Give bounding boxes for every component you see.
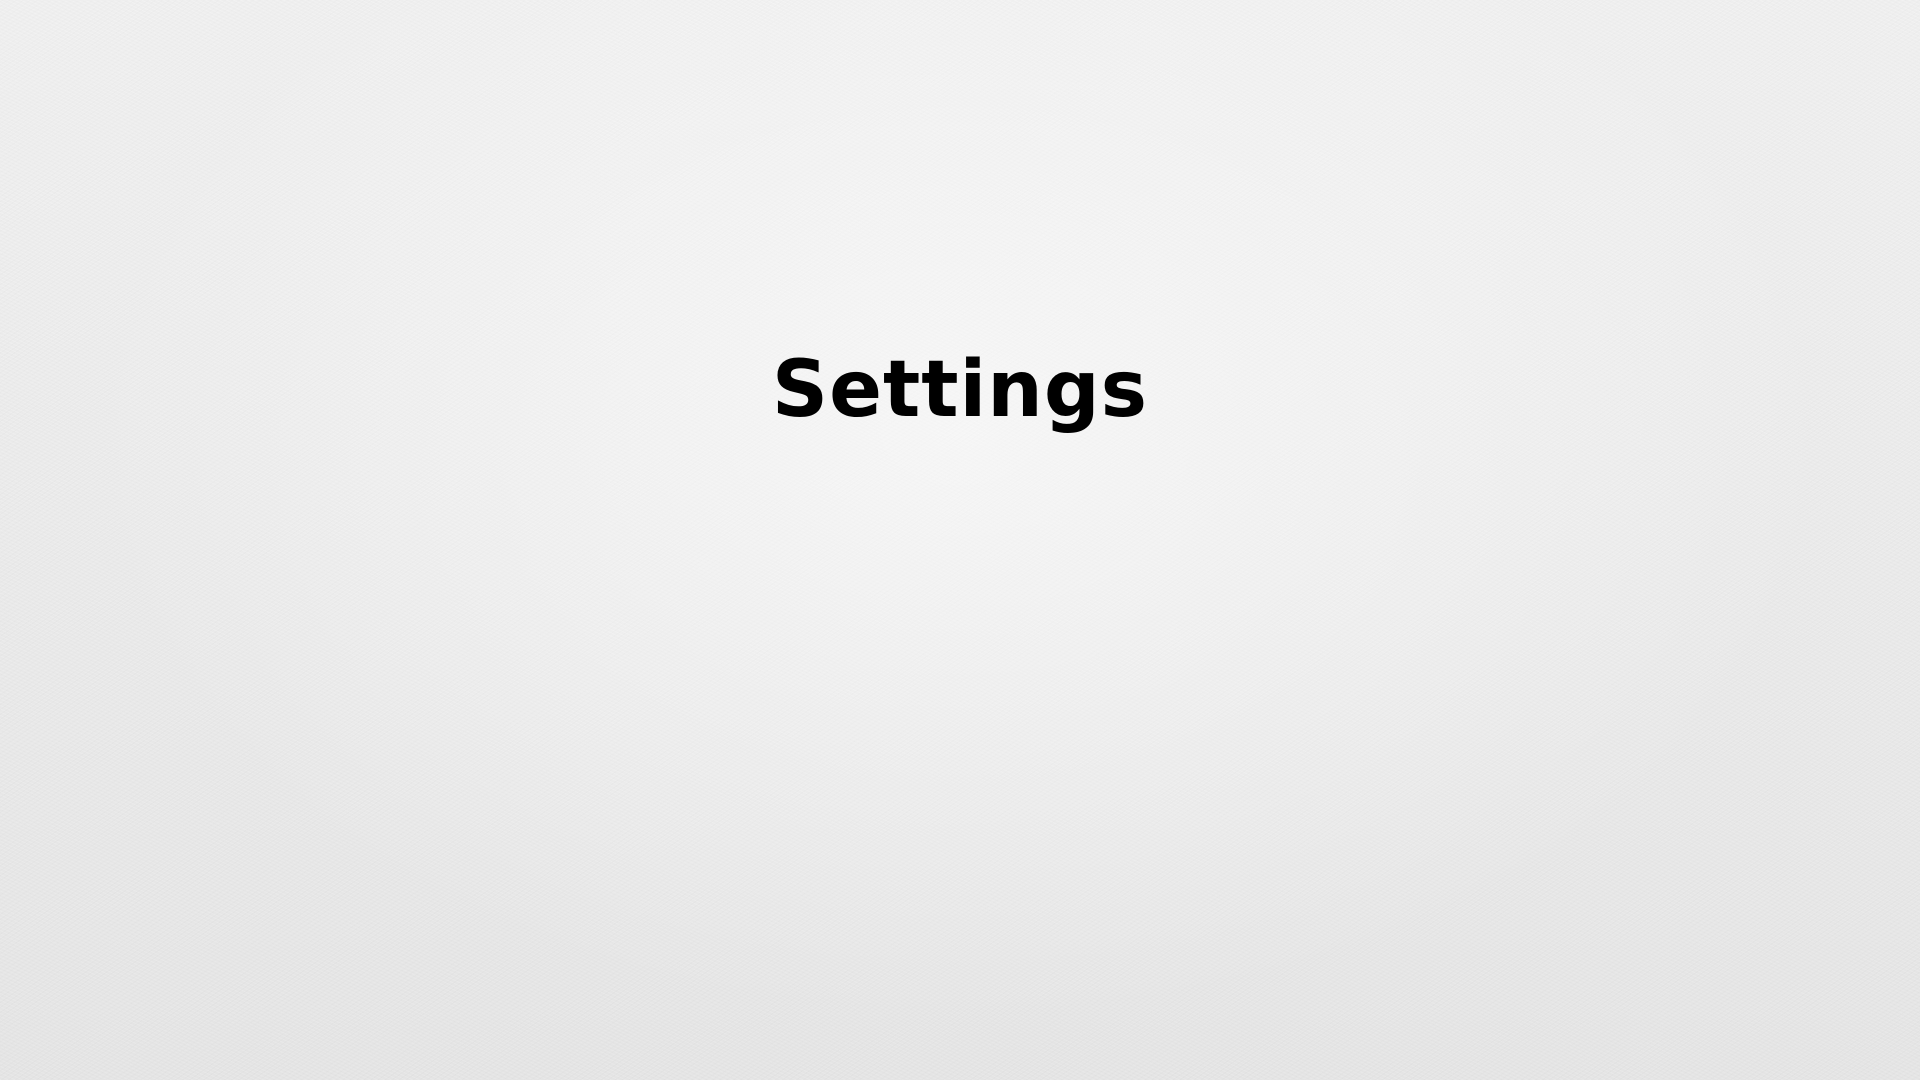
page-title: Settings [771, 345, 1149, 435]
settings-screen: Settings [0, 0, 1920, 1080]
